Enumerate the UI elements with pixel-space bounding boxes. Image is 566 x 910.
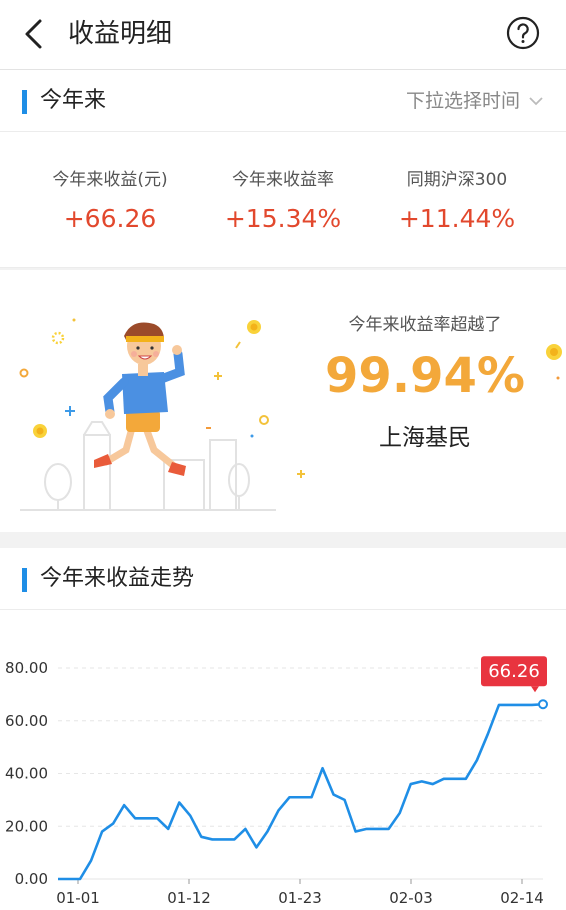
- y-tick-label: 80.00: [5, 659, 48, 677]
- coin-icon: [546, 344, 562, 380]
- x-tick-label: 02-14: [500, 889, 544, 907]
- stat-label: 今年来收益(元): [52, 170, 168, 190]
- stat-value: +66.26: [63, 204, 157, 233]
- trend-section-title: 今年来收益走势: [40, 566, 195, 591]
- period-section-title: 今年来: [40, 88, 107, 113]
- stat-value: +11.44%: [398, 204, 516, 233]
- period-section-header: 今年来 下拉选择时间: [0, 70, 566, 132]
- stat-label: 同期沪深300: [406, 170, 508, 190]
- trend-section-header: 今年来收益走势: [0, 548, 566, 610]
- stat-label: 今年来收益率: [232, 170, 334, 190]
- x-tick-label: 02-03: [389, 889, 433, 907]
- section-accent-bar: [22, 568, 27, 592]
- y-tick-label: 60.00: [5, 712, 48, 730]
- x-tick-label: 01-23: [278, 889, 322, 907]
- beat-percent: 99.94%: [325, 348, 525, 404]
- stats-row: 今年来收益(元) +66.26 今年来收益率 +15.34% 同期沪深300 +…: [0, 132, 566, 268]
- trend-line-chart: 80.00 60.00 40.00 20.00 0.00 01-01 01-12 01-23 0…: [5, 656, 548, 907]
- top-bar: 收益明细: [0, 0, 566, 70]
- series-line: [58, 702, 544, 881]
- section-accent-bar: [22, 90, 27, 114]
- y-tick-label: 40.00: [5, 765, 48, 783]
- x-tick-label: 01-12: [167, 889, 211, 907]
- y-tick-label: 20.00: [5, 817, 48, 835]
- stat-csi300: 同期沪深300 +11.44%: [377, 168, 537, 234]
- chevron-down-icon: [529, 97, 543, 106]
- end-value-label: 66.26: [488, 661, 540, 682]
- period-section: 今年来 下拉选择时间: [0, 70, 566, 132]
- y-tick-label: 0.00: [15, 870, 48, 888]
- back-arrow-icon[interactable]: [16, 16, 52, 52]
- beat-group: 上海基民: [379, 425, 471, 451]
- stat-value: +15.34%: [224, 204, 342, 233]
- beat-label: 今年来收益率超越了: [348, 315, 502, 335]
- time-picker[interactable]: 下拉选择时间: [406, 86, 544, 116]
- stat-ytd-return: 今年来收益(元) +66.26: [30, 168, 190, 234]
- end-point-marker: [538, 699, 548, 710]
- question-mark-icon[interactable]: [506, 16, 540, 50]
- trend-section: 今年来收益走势 80.00 60.00 40.00 20.00 0.00 01-01 01-…: [0, 548, 566, 910]
- runner-illustration: [19, 318, 305, 511]
- beat-card: 今年来收益率超越了 99.94% 上海基民: [0, 270, 566, 532]
- stat-ytd-rate: 今年来收益率 +15.34%: [203, 168, 363, 234]
- page-title: 收益明细: [68, 19, 173, 49]
- x-tick-label: 01-01: [56, 889, 100, 907]
- badge-pointer: [531, 686, 539, 693]
- time-picker-label: 下拉选择时间: [405, 90, 520, 112]
